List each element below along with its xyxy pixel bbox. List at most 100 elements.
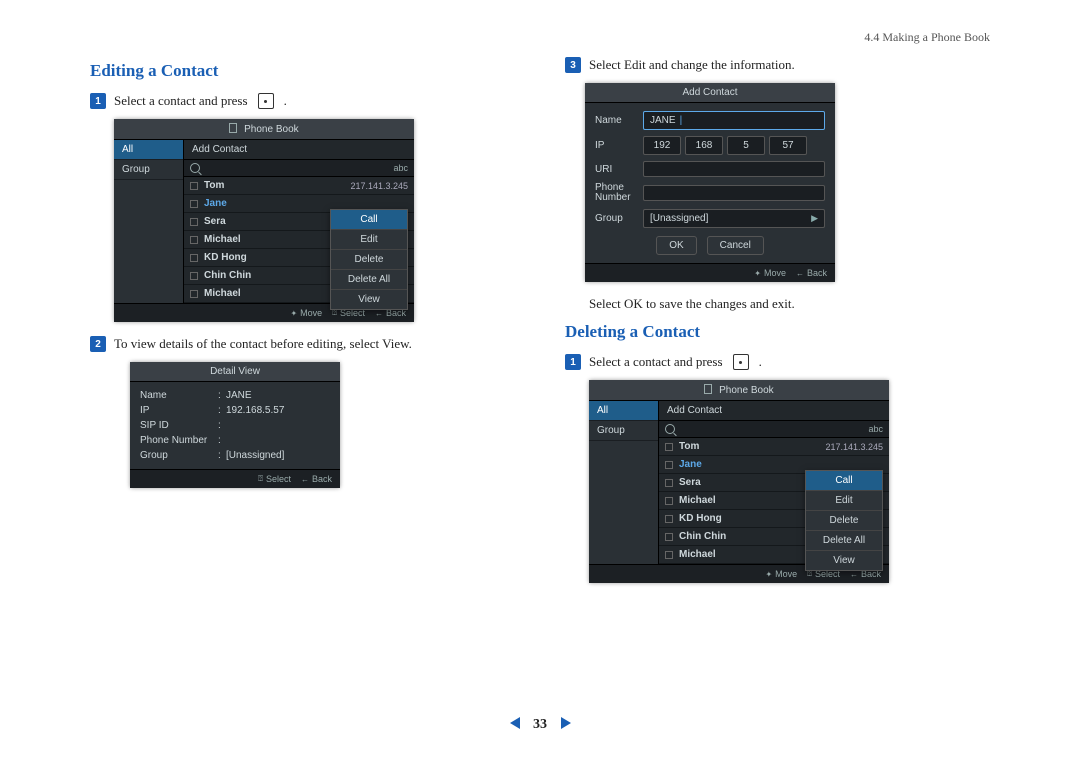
side-all[interactable]: All bbox=[114, 140, 183, 160]
list-item-selected[interactable]: Jane Call Edit Delete Delete All View bbox=[659, 456, 889, 474]
panel-title: Phone Book bbox=[589, 380, 889, 401]
checkbox-icon[interactable] bbox=[665, 533, 673, 541]
name-field[interactable]: JANE| bbox=[643, 111, 825, 130]
step-num-2: 2 bbox=[90, 336, 106, 352]
doc-icon bbox=[229, 123, 237, 133]
search-bar[interactable]: abc bbox=[184, 160, 414, 177]
form-row-ip: IP 192 168 5 57 bbox=[595, 136, 825, 155]
checkbox-icon[interactable] bbox=[190, 200, 198, 208]
ip-cell[interactable]: 192 bbox=[643, 136, 681, 155]
panel-title: Add Contact bbox=[585, 83, 835, 103]
menu-call[interactable]: Call bbox=[806, 471, 882, 491]
contact-name: Tom bbox=[204, 180, 224, 191]
add-contact[interactable]: Add Contact bbox=[184, 140, 414, 160]
menu-delete-all[interactable]: Delete All bbox=[331, 270, 407, 290]
prev-page-icon[interactable] bbox=[510, 717, 520, 729]
label-group: Group bbox=[595, 213, 643, 224]
form-row-uri: URI bbox=[595, 161, 825, 177]
checkbox-icon[interactable] bbox=[190, 254, 198, 262]
checkbox-icon[interactable] bbox=[665, 479, 673, 487]
detail-row: Name:JANE bbox=[140, 388, 330, 403]
menu-delete[interactable]: Delete bbox=[331, 250, 407, 270]
checkbox-icon[interactable] bbox=[190, 272, 198, 280]
phonebook-panel-1: Phone Book All Group Add Contact abc Tom bbox=[114, 119, 414, 322]
contact-name: Chin Chin bbox=[204, 270, 251, 281]
context-menu: Call Edit Delete Delete All View bbox=[330, 209, 408, 310]
del-step-1: 1 Select a contact and press . bbox=[565, 354, 990, 370]
move-hint: ✦Move bbox=[765, 569, 797, 579]
menu-edit[interactable]: Edit bbox=[806, 491, 882, 511]
uri-field[interactable] bbox=[643, 161, 825, 177]
checkbox-icon[interactable] bbox=[665, 443, 673, 451]
contact-name: Michael bbox=[679, 495, 716, 506]
ip-cell[interactable]: 168 bbox=[685, 136, 723, 155]
label-name: Name bbox=[595, 115, 643, 126]
ok-button[interactable]: OK bbox=[656, 236, 696, 255]
doc-icon bbox=[704, 384, 712, 394]
detail-row: IP:192.168.5.57 bbox=[140, 403, 330, 418]
step-2-text: To view details of the contact before ed… bbox=[114, 336, 412, 352]
search-icon bbox=[665, 424, 675, 434]
checkbox-icon[interactable] bbox=[665, 551, 673, 559]
menu-edit[interactable]: Edit bbox=[331, 230, 407, 250]
checkbox-icon[interactable] bbox=[190, 290, 198, 298]
search-bar[interactable]: abc bbox=[659, 421, 889, 438]
list-item[interactable]: Tom 217.141.3.245 bbox=[184, 177, 414, 195]
side-all[interactable]: All bbox=[589, 401, 658, 421]
checkbox-icon[interactable] bbox=[665, 497, 673, 505]
phone-field[interactable] bbox=[643, 185, 825, 201]
group-field[interactable]: [Unassigned]▶ bbox=[643, 209, 825, 228]
contact-ip: 217.141.3.245 bbox=[825, 442, 883, 452]
ip-cell[interactable]: 57 bbox=[769, 136, 807, 155]
form-row-phone: Phone Number bbox=[595, 183, 825, 203]
contact-name: KD Hong bbox=[204, 252, 247, 263]
step-1-text: Select a contact and press bbox=[114, 93, 248, 109]
checkbox-icon[interactable] bbox=[190, 182, 198, 190]
abc-label: abc bbox=[868, 424, 883, 434]
ip-cell[interactable]: 5 bbox=[727, 136, 765, 155]
label-ip: IP bbox=[595, 140, 643, 151]
back-hint: ←Back bbox=[301, 474, 332, 484]
label-phone: Phone Number bbox=[595, 183, 643, 203]
breadcrumb: 4.4 Making a Phone Book bbox=[90, 30, 990, 45]
del-step-1-suffix: . bbox=[759, 354, 762, 370]
step-num-1: 1 bbox=[90, 93, 106, 109]
menu-view[interactable]: View bbox=[806, 551, 882, 570]
step-num-3: 3 bbox=[565, 57, 581, 73]
side-group[interactable]: Group bbox=[114, 160, 183, 180]
checkbox-icon[interactable] bbox=[665, 461, 673, 469]
select-key-icon bbox=[258, 93, 274, 109]
select-key-icon bbox=[733, 354, 749, 370]
page-number: 33 bbox=[533, 717, 547, 732]
menu-delete[interactable]: Delete bbox=[806, 511, 882, 531]
list-item[interactable]: Tom 217.141.3.245 bbox=[659, 438, 889, 456]
menu-delete-all[interactable]: Delete All bbox=[806, 531, 882, 551]
step-3: 3 Select Edit and change the information… bbox=[565, 57, 990, 73]
abc-label: abc bbox=[393, 163, 408, 173]
panel-footer: ✦Move ←Back bbox=[585, 263, 835, 282]
detail-view-panel: Detail View Name:JANE IP:192.168.5.57 SI… bbox=[130, 362, 340, 488]
checkbox-icon[interactable] bbox=[665, 515, 673, 523]
step-1-suffix: . bbox=[284, 93, 287, 109]
list-item-selected[interactable]: Jane Call Edit Delete Delete All View bbox=[184, 195, 414, 213]
back-hint: ←Back bbox=[796, 268, 827, 278]
form-row-group: Group [Unassigned]▶ bbox=[595, 209, 825, 228]
side-group[interactable]: Group bbox=[589, 421, 658, 441]
menu-view[interactable]: View bbox=[331, 290, 407, 309]
panel-footer: ⍰Select ←Back bbox=[130, 469, 340, 488]
add-contact-panel: Add Contact Name JANE| IP 192 168 5 57 bbox=[585, 83, 835, 282]
checkbox-icon[interactable] bbox=[190, 236, 198, 244]
cancel-button[interactable]: Cancel bbox=[707, 236, 764, 255]
select-hint: ⍰Select bbox=[258, 474, 291, 484]
phonebook-panel-2: Phone Book All Group Add Contact abc Tom bbox=[589, 380, 889, 583]
contact-name: Michael bbox=[204, 288, 241, 299]
menu-call[interactable]: Call bbox=[331, 210, 407, 230]
context-menu: Call Edit Delete Delete All View bbox=[805, 470, 883, 571]
next-page-icon[interactable] bbox=[561, 717, 571, 729]
contact-name: Sera bbox=[204, 216, 226, 227]
checkbox-icon[interactable] bbox=[190, 218, 198, 226]
add-contact[interactable]: Add Contact bbox=[659, 401, 889, 421]
heading-editing: Editing a Contact bbox=[90, 61, 515, 81]
page-nav: 33 bbox=[0, 717, 1080, 733]
label-uri: URI bbox=[595, 164, 643, 175]
